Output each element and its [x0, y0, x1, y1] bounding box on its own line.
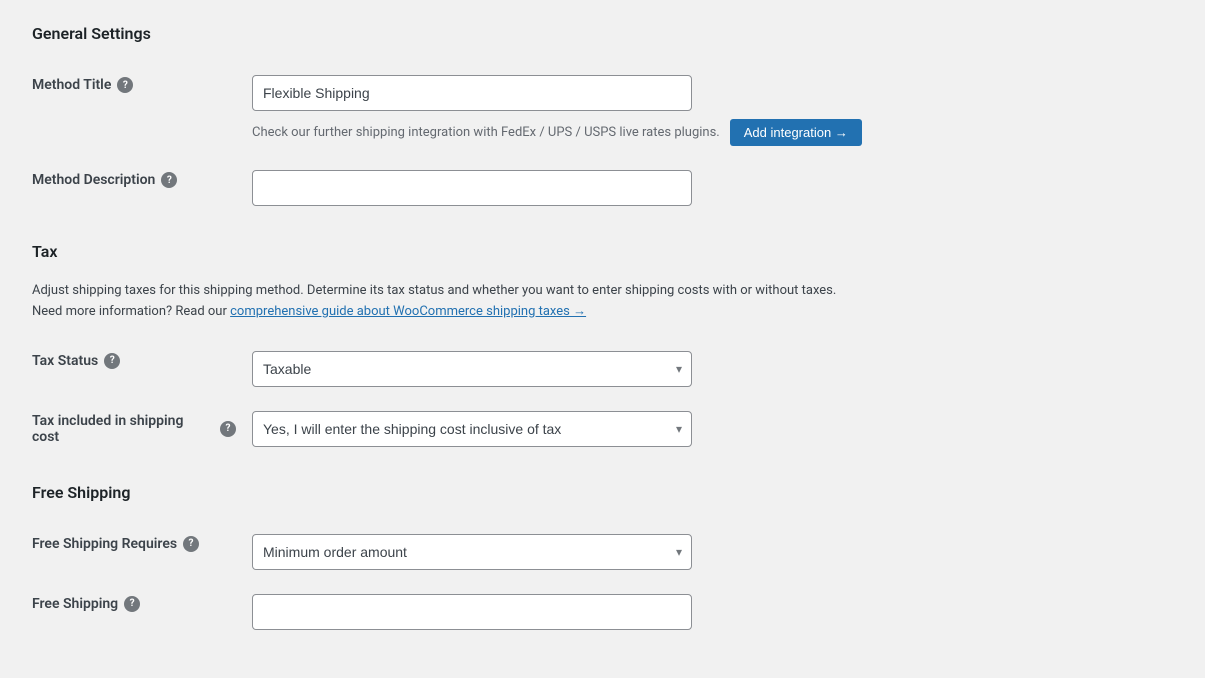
method-title-label: Method Title ?: [32, 77, 236, 93]
tax-description-text: Adjust shipping taxes for this shipping …: [32, 283, 836, 298]
tax-included-select[interactable]: Yes, I will enter the shipping cost incl…: [252, 411, 692, 447]
tax-included-label-cell: Tax included in shipping cost ?: [32, 399, 252, 459]
free-shipping-requires-select[interactable]: N/A Minimum order amount Coupon Minimum …: [252, 534, 692, 570]
method-description-label-cell: Method Description ?: [32, 158, 252, 218]
tax-included-help-icon[interactable]: ?: [220, 421, 236, 437]
tax-status-select-cell: Taxable None ▾: [252, 339, 1173, 399]
free-shipping-requires-select-wrapper: N/A Minimum order amount Coupon Minimum …: [252, 534, 692, 570]
tax-included-select-wrapper: Yes, I will enter the shipping cost incl…: [252, 411, 692, 447]
free-shipping-table: Free Shipping Requires ? N/A Minimum ord…: [32, 522, 1173, 642]
method-title-input-cell: Check our further shipping integration w…: [252, 63, 1173, 158]
tax-status-select-wrapper: Taxable None ▾: [252, 351, 692, 387]
free-shipping-amount-row: Free Shipping ?: [32, 582, 1173, 642]
general-settings-title: General Settings: [32, 24, 1173, 43]
free-shipping-section-title: Free Shipping: [32, 483, 1173, 502]
free-shipping-amount-label: Free Shipping ?: [32, 596, 236, 612]
tax-guide-link[interactable]: comprehensive guide about WooCommerce sh…: [230, 304, 586, 319]
free-shipping-section: Free Shipping: [32, 483, 1173, 502]
tax-section: Tax Adjust shipping taxes for this shipp…: [32, 242, 1173, 323]
tax-settings-table: Tax Status ? Taxable None ▾ Tax included…: [32, 339, 1173, 459]
tax-status-label: Tax Status ?: [32, 353, 236, 369]
free-shipping-amount-label-cell: Free Shipping ?: [32, 582, 252, 642]
method-description-help-icon[interactable]: ?: [161, 172, 177, 188]
tax-included-label: Tax included in shipping cost ?: [32, 413, 236, 445]
free-shipping-amount-input-cell: [252, 582, 1173, 642]
tax-included-row: Tax included in shipping cost ? Yes, I w…: [32, 399, 1173, 459]
free-shipping-requires-select-cell: N/A Minimum order amount Coupon Minimum …: [252, 522, 1173, 582]
free-shipping-requires-help-icon[interactable]: ?: [183, 536, 199, 552]
method-title-help-icon[interactable]: ?: [117, 77, 133, 93]
page-container: General Settings Method Title ? Check ou…: [0, 0, 1205, 666]
tax-status-help-icon[interactable]: ?: [104, 353, 120, 369]
free-shipping-requires-row: Free Shipping Requires ? N/A Minimum ord…: [32, 522, 1173, 582]
free-shipping-amount-input[interactable]: [252, 594, 692, 630]
tax-status-row: Tax Status ? Taxable None ▾: [32, 339, 1173, 399]
method-title-input[interactable]: [252, 75, 692, 111]
tax-status-label-cell: Tax Status ?: [32, 339, 252, 399]
method-title-label-cell: Method Title ?: [32, 63, 252, 158]
integration-note: Check our further shipping integration w…: [252, 119, 1173, 146]
tax-description-prefix: Need more information? Read our: [32, 304, 227, 319]
method-description-input-cell: [252, 158, 1173, 218]
integration-note-text: Check our further shipping integration w…: [252, 125, 720, 140]
tax-description: Adjust shipping taxes for this shipping …: [32, 281, 892, 323]
tax-status-select[interactable]: Taxable None: [252, 351, 692, 387]
method-description-label: Method Description ?: [32, 172, 236, 188]
general-settings-table: Method Title ? Check our further shippin…: [32, 63, 1173, 218]
method-description-input[interactable]: [252, 170, 692, 206]
free-shipping-requires-label: Free Shipping Requires ?: [32, 536, 236, 552]
method-title-row: Method Title ? Check our further shippin…: [32, 63, 1173, 158]
tax-section-title: Tax: [32, 242, 1173, 261]
free-shipping-amount-help-icon[interactable]: ?: [124, 596, 140, 612]
tax-included-select-cell: Yes, I will enter the shipping cost incl…: [252, 399, 1173, 459]
add-integration-button[interactable]: Add integration →: [730, 119, 862, 146]
method-description-row: Method Description ?: [32, 158, 1173, 218]
free-shipping-requires-label-cell: Free Shipping Requires ?: [32, 522, 252, 582]
